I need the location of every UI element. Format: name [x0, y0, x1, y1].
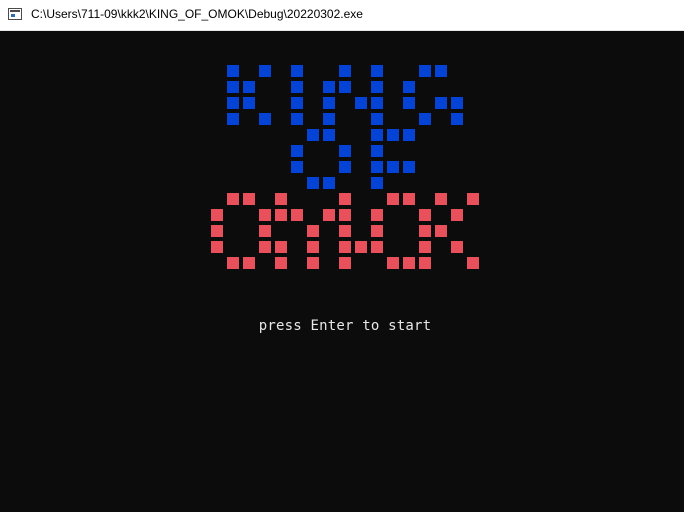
logo-block-king — [227, 65, 239, 77]
logo-block-king — [371, 65, 383, 77]
logo-block-omok — [435, 193, 447, 205]
logo-block-of — [307, 129, 319, 141]
logo-block-omok — [419, 241, 431, 253]
king-of-omok-logo — [211, 65, 479, 269]
logo-block-omok — [243, 193, 255, 205]
logo-block-king — [419, 113, 431, 125]
logo-block-omok — [307, 225, 319, 237]
logo-block-omok — [323, 209, 335, 221]
logo-block-omok — [275, 209, 287, 221]
logo-block-king — [451, 113, 463, 125]
logo-block-of — [403, 129, 415, 141]
logo-block-king — [419, 65, 431, 77]
logo-block-of — [387, 129, 399, 141]
logo-block-king — [243, 97, 255, 109]
logo-block-omok — [243, 257, 255, 269]
logo-block-omok — [355, 241, 367, 253]
logo-block-king — [339, 81, 351, 93]
console-area[interactable]: press Enter to start — [0, 31, 684, 512]
logo-block-of — [323, 129, 335, 141]
logo-block-omok — [291, 209, 303, 221]
logo-block-omok — [371, 241, 383, 253]
logo-block-omok — [227, 193, 239, 205]
logo-block-of — [387, 161, 399, 173]
logo-block-king — [323, 113, 335, 125]
logo-block-king — [355, 97, 367, 109]
logo-block-omok — [339, 225, 351, 237]
logo-block-omok — [419, 209, 431, 221]
logo-block-omok — [275, 257, 287, 269]
logo-block-of — [371, 129, 383, 141]
logo-block-omok — [451, 209, 463, 221]
logo-block-of — [339, 145, 351, 157]
logo-block-omok — [451, 241, 463, 253]
title-bar[interactable]: C:\Users\711-09\kkk2\KING_OF_OMOK\Debug\… — [0, 0, 684, 31]
logo-block-omok — [339, 241, 351, 253]
logo-block-omok — [403, 193, 415, 205]
logo-block-king — [435, 97, 447, 109]
logo-block-omok — [227, 257, 239, 269]
logo-block-omok — [467, 193, 479, 205]
console-app-icon[interactable] — [8, 8, 22, 20]
logo-block-king — [227, 97, 239, 109]
logo-block-omok — [419, 257, 431, 269]
logo-block-omok — [211, 241, 223, 253]
logo-block-omok — [387, 193, 399, 205]
logo-block-omok — [371, 225, 383, 237]
logo-block-omok — [307, 257, 319, 269]
logo-block-king — [371, 81, 383, 93]
logo-block-of — [339, 161, 351, 173]
logo-block-omok — [259, 209, 271, 221]
logo-block-king — [259, 65, 271, 77]
logo-block-omok — [419, 225, 431, 237]
logo-block-omok — [467, 257, 479, 269]
logo-block-king — [243, 81, 255, 93]
logo-block-omok — [339, 257, 351, 269]
logo-block-omok — [259, 225, 271, 237]
logo-block-omok — [371, 209, 383, 221]
logo-block-of — [291, 161, 303, 173]
logo-block-of — [291, 145, 303, 157]
logo-block-omok — [339, 193, 351, 205]
logo-block-of — [323, 177, 335, 189]
logo-block-omok — [259, 241, 271, 253]
logo-block-omok — [275, 241, 287, 253]
logo-block-king — [339, 65, 351, 77]
logo-block-omok — [387, 257, 399, 269]
logo-block-omok — [339, 209, 351, 221]
logo-block-omok — [211, 209, 223, 221]
logo-block-of — [371, 161, 383, 173]
logo-block-king — [291, 65, 303, 77]
logo-block-king — [403, 81, 415, 93]
logo-block-king — [291, 113, 303, 125]
logo-block-of — [371, 177, 383, 189]
logo-block-of — [307, 177, 319, 189]
logo-block-king — [403, 97, 415, 109]
logo-block-omok — [435, 225, 447, 237]
console-window: C:\Users\711-09\kkk2\KING_OF_OMOK\Debug\… — [0, 0, 684, 512]
logo-block-omok — [211, 225, 223, 237]
logo-block-of — [403, 161, 415, 173]
logo-block-of — [371, 145, 383, 157]
logo-block-omok — [275, 193, 287, 205]
logo-block-king — [227, 81, 239, 93]
logo-block-omok — [307, 241, 319, 253]
logo-block-king — [323, 97, 335, 109]
logo-block-king — [371, 113, 383, 125]
logo-block-king — [323, 81, 335, 93]
logo-block-king — [291, 81, 303, 93]
logo-block-king — [291, 97, 303, 109]
window-title: C:\Users\711-09\kkk2\KING_OF_OMOK\Debug\… — [31, 7, 363, 21]
logo-block-king — [435, 65, 447, 77]
start-prompt: press Enter to start — [258, 318, 432, 334]
logo-block-omok — [403, 257, 415, 269]
logo-block-king — [451, 97, 463, 109]
logo-block-king — [259, 113, 271, 125]
logo-block-king — [371, 97, 383, 109]
logo-block-king — [227, 113, 239, 125]
